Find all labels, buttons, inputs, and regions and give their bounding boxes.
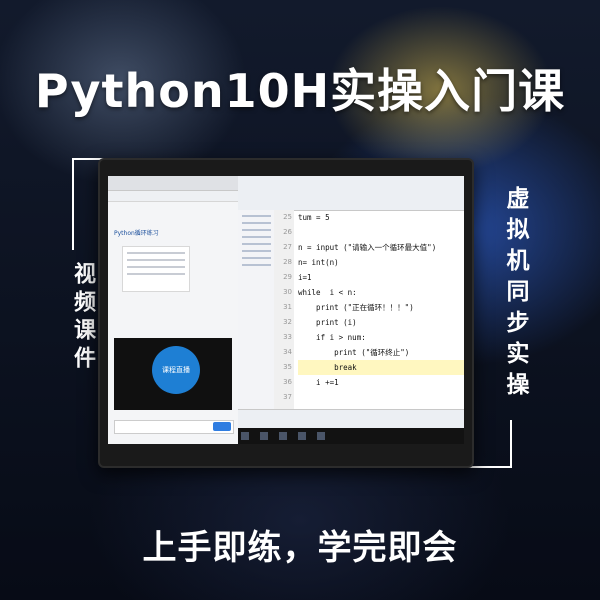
code-line[interactable]: print ("正在循环！！！") (298, 300, 464, 315)
project-tree (238, 210, 275, 410)
line-number: 28 (283, 258, 292, 266)
outline-line (127, 259, 185, 261)
tree-item[interactable] (242, 222, 271, 224)
code-line[interactable] (298, 225, 464, 240)
app-icon[interactable] (298, 432, 307, 440)
tree-item[interactable] (242, 215, 271, 217)
outline-line (127, 273, 185, 275)
app-icon[interactable] (317, 432, 326, 440)
browser-address-bar (108, 191, 238, 202)
lesson-outline-box (122, 246, 190, 292)
tree-item[interactable] (242, 257, 271, 259)
code-editor[interactable]: tum = 5 n = input ("请输入一个循环最大值") n= int(… (298, 210, 464, 410)
outline-line (127, 252, 185, 254)
line-number: 27 (283, 243, 292, 251)
laptop-screen: Python循环练习 课程直播 25 26 27 28 29 30 31 32 … (98, 158, 474, 468)
tree-item[interactable] (242, 243, 271, 245)
tree-item[interactable] (242, 229, 271, 231)
tree-item[interactable] (242, 236, 271, 238)
line-number: 33 (283, 333, 292, 341)
code-line[interactable]: print ("循环终止") (298, 345, 464, 360)
lesson-heading: Python循环练习 (114, 230, 159, 237)
line-number: 37 (283, 393, 292, 401)
send-button[interactable] (213, 422, 231, 431)
chat-input[interactable] (114, 420, 234, 434)
code-line[interactable]: n = input ("请输入一个循环最大值") (298, 240, 464, 255)
line-number-gutter: 25 26 27 28 29 30 31 32 33 34 35 36 37 (274, 210, 294, 410)
code-line[interactable]: i=1 (298, 270, 464, 285)
line-number: 26 (283, 228, 292, 236)
taskbar (238, 428, 464, 444)
right-vertical-label: 虚拟机同步实操 (502, 186, 528, 403)
line-number: 36 (283, 378, 292, 386)
banner-slogan: 上手即练，学完即会 (142, 528, 458, 568)
outline-line (127, 266, 185, 268)
app-icon[interactable] (279, 432, 288, 440)
app-icon[interactable] (260, 432, 269, 440)
line-number: 25 (283, 213, 292, 221)
left-bracket-side (72, 158, 74, 250)
ide-window: 25 26 27 28 29 30 31 32 33 34 35 36 37 t… (238, 176, 464, 444)
tree-item[interactable] (242, 264, 271, 266)
code-line-highlighted[interactable]: break (298, 360, 464, 375)
code-line[interactable]: i +=1 (298, 375, 464, 390)
video-player[interactable]: 课程直播 (114, 338, 232, 410)
line-number: 32 (283, 318, 292, 326)
video-badge: 课程直播 (152, 346, 200, 394)
code-line[interactable]: if i > num: (298, 330, 464, 345)
start-icon[interactable] (241, 432, 249, 440)
line-number: 29 (283, 273, 292, 281)
browser-window: Python循环练习 课程直播 (108, 176, 238, 444)
code-line[interactable]: n= int(n) (298, 255, 464, 270)
browser-tabs (108, 176, 238, 191)
code-line[interactable]: while i < n: (298, 285, 464, 300)
left-vertical-label: 视频课件 (70, 262, 95, 374)
banner-title: Python10H实操入门课 (34, 64, 566, 118)
right-bracket-side (510, 420, 512, 468)
line-number: 35 (283, 363, 292, 371)
line-number: 30 (283, 288, 292, 296)
line-number: 34 (283, 348, 292, 356)
code-line[interactable] (298, 390, 464, 405)
line-number: 31 (283, 303, 292, 311)
code-line[interactable]: print (i) (298, 315, 464, 330)
code-line[interactable]: tum = 5 (298, 210, 464, 225)
tree-item[interactable] (242, 250, 271, 252)
ide-toolbar (238, 176, 464, 211)
